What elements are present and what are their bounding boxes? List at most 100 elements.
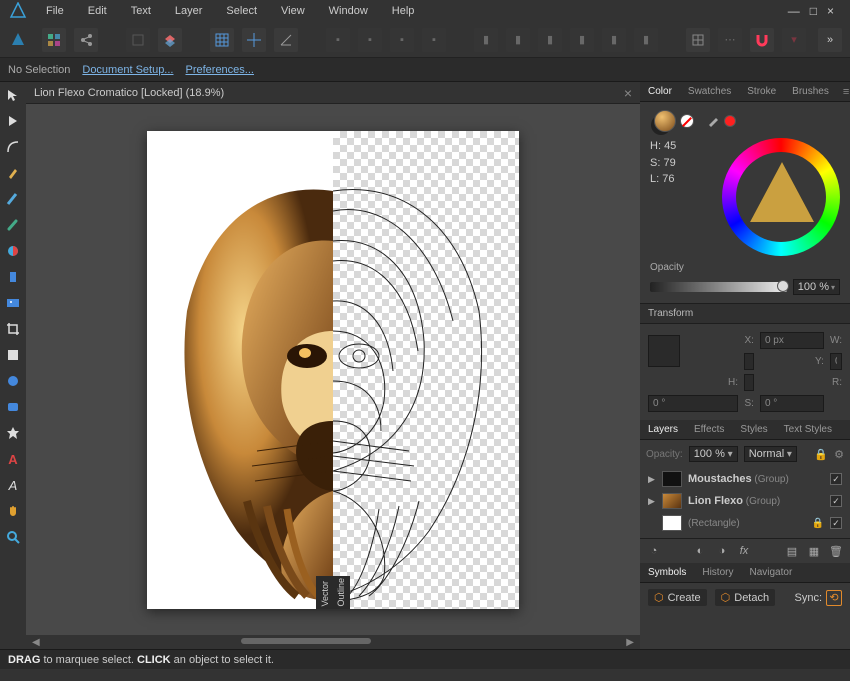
edit-layers-icon[interactable]: ◔ (646, 543, 662, 559)
align-center-button[interactable]: ▮ (506, 28, 530, 52)
mask-icon[interactable]: ◐ (692, 543, 708, 559)
ellipse-tool[interactable] (4, 372, 22, 390)
create-symbol-button[interactable]: ⬡Create (648, 589, 707, 606)
pan-tool[interactable] (4, 502, 22, 520)
view-mode-button[interactable] (42, 28, 66, 52)
brush-tool[interactable] (4, 216, 22, 234)
place-image-tool[interactable] (4, 294, 22, 312)
layer-row[interactable]: ▶ Moustaches (Group) (646, 468, 844, 490)
pen-tool[interactable] (4, 164, 22, 182)
tab-text-styles[interactable]: Text Styles (776, 421, 840, 438)
detach-symbol-button[interactable]: ⬡Detach (715, 589, 775, 606)
document-tab[interactable]: Lion Flexo Cromatico [Locked] (18.9%) × (26, 82, 640, 104)
order-back-button[interactable]: ▪ (326, 28, 350, 52)
snap-options-button[interactable]: ⋯ (718, 28, 742, 52)
lock-icon[interactable]: 🔒 (812, 518, 824, 529)
fill-tool[interactable] (4, 242, 22, 260)
text-tool[interactable]: A (4, 450, 22, 468)
align-top-button[interactable]: ▮ (570, 28, 594, 52)
menu-select[interactable]: Select (214, 2, 269, 20)
menu-layer[interactable]: Layer (163, 2, 215, 20)
stroke-swatch[interactable] (680, 114, 694, 128)
opacity-field[interactable]: 100 %▾ (793, 279, 840, 295)
order-forward-button[interactable]: ▪ (390, 28, 414, 52)
menu-help[interactable]: Help (380, 2, 427, 20)
menu-file[interactable]: File (34, 2, 76, 20)
preferences-link[interactable]: Preferences... (185, 64, 253, 76)
transform-anchor[interactable] (648, 335, 680, 367)
zoom-tool[interactable] (4, 528, 22, 546)
artistic-text-tool[interactable]: A (4, 476, 22, 494)
layer-visibility-checkbox[interactable] (830, 473, 842, 485)
order-front-button[interactable]: ▪ (422, 28, 446, 52)
menu-text[interactable]: Text (119, 2, 163, 20)
node-tool[interactable] (4, 112, 22, 130)
tab-styles[interactable]: Styles (732, 421, 775, 438)
picker-icon[interactable] (706, 114, 720, 128)
share-button[interactable] (74, 28, 98, 52)
color-panel-menu[interactable]: ≡ (837, 86, 850, 98)
tab-layers[interactable]: Layers (640, 421, 686, 438)
tab-history[interactable]: History (694, 564, 741, 581)
y-field[interactable] (830, 353, 842, 370)
align-left-button[interactable]: ▮ (474, 28, 498, 52)
layer-blend-field[interactable]: Normal ▾ (744, 446, 797, 462)
align-right-button[interactable]: ▮ (538, 28, 562, 52)
guides-button[interactable] (242, 28, 266, 52)
s-field[interactable] (760, 395, 824, 412)
document-setup-link[interactable]: Document Setup... (82, 64, 173, 76)
snap-magnet-button[interactable] (750, 28, 774, 52)
tab-swatches[interactable]: Swatches (680, 83, 739, 100)
layers-gear-icon[interactable]: ⚙ (834, 448, 844, 461)
sync-toggle[interactable]: Sync:⟲ (794, 590, 842, 606)
move-tool[interactable] (4, 86, 22, 104)
scroll-left-button[interactable]: ◀ (28, 635, 44, 650)
color-wheel[interactable] (722, 138, 840, 256)
window-minimize-button[interactable]: — (788, 4, 800, 18)
layer-opacity-field[interactable]: 100 % ▾ (689, 446, 738, 462)
tab-navigator[interactable]: Navigator (741, 564, 800, 581)
align-middle-button[interactable]: ▮ (602, 28, 626, 52)
scroll-thumb[interactable] (241, 638, 371, 644)
h-field[interactable] (744, 374, 754, 391)
layers-button[interactable] (158, 28, 182, 52)
fill-swatch[interactable] (654, 110, 676, 132)
menu-window[interactable]: Window (317, 2, 380, 20)
transform-panel-header[interactable]: Transform (640, 303, 850, 324)
align-bottom-button[interactable]: ▮ (634, 28, 658, 52)
tab-color[interactable]: Color (640, 83, 680, 100)
document-close-button[interactable]: × (624, 85, 632, 101)
window-maximize-button[interactable]: □ (810, 4, 817, 18)
snap-chevron-button[interactable]: ▾ (782, 28, 806, 52)
pencil-tool[interactable] (4, 190, 22, 208)
corner-tool[interactable] (4, 138, 22, 156)
toolbar-overflow-button[interactable]: » (818, 28, 842, 52)
layer-visibility-checkbox[interactable] (830, 517, 842, 529)
w-field[interactable] (744, 353, 754, 370)
fx-icon[interactable]: fx (736, 543, 752, 559)
rounded-rect-tool[interactable] (4, 398, 22, 416)
tab-stroke[interactable]: Stroke (739, 83, 784, 100)
menu-view[interactable]: View (269, 2, 317, 20)
order-backward-button[interactable]: ▪ (358, 28, 382, 52)
layer-twisty[interactable]: ▶ (648, 474, 656, 485)
tab-effects[interactable]: Effects (686, 421, 732, 438)
window-close-button[interactable]: × (827, 4, 834, 18)
layer-visibility-checkbox[interactable] (830, 495, 842, 507)
layer-row[interactable]: ▶ (Rectangle) 🔒 (646, 512, 844, 534)
tab-brushes[interactable]: Brushes (784, 83, 837, 100)
shape-tool[interactable] (4, 346, 22, 364)
layers-lock-icon[interactable]: 🔒 (814, 448, 828, 461)
viewport[interactable]: Vector Outline (26, 104, 640, 635)
horizontal-scrollbar[interactable]: ◀ ▶ (26, 635, 640, 649)
adjustment-icon[interactable]: ◑ (714, 543, 730, 559)
add-pixel-layer-icon[interactable]: ▦ (806, 543, 822, 559)
delete-layer-icon[interactable]: 🗑 (828, 543, 844, 559)
star-tool[interactable] (4, 424, 22, 442)
x-field[interactable] (760, 332, 824, 349)
snap-grid-button[interactable] (686, 28, 710, 52)
grid-button[interactable] (210, 28, 234, 52)
persona-icon[interactable] (8, 30, 28, 50)
layer-twisty[interactable]: ▶ (648, 496, 656, 507)
recent-color-swatch[interactable] (724, 115, 736, 127)
